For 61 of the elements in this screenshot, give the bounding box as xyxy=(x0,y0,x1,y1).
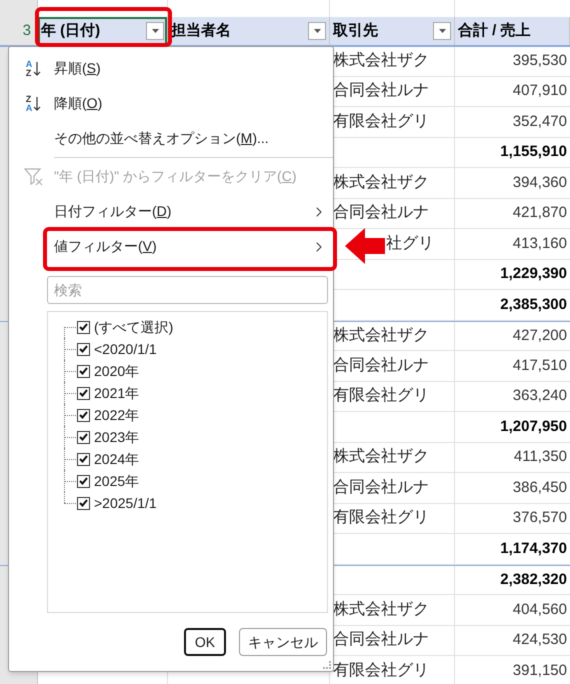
column-header: 取引先 xyxy=(333,20,378,41)
row-number xyxy=(0,0,38,17)
column-header: 担当者名 xyxy=(171,20,231,41)
cancel-button[interactable]: キャンセル xyxy=(239,628,327,656)
table-cell-text: 386,450 xyxy=(512,478,567,498)
checkbox[interactable] xyxy=(77,430,90,444)
list-item[interactable]: >2025/1/1 xyxy=(94,492,157,514)
table-cell-text: 411,350 xyxy=(514,447,567,467)
checkbox[interactable] xyxy=(77,364,90,378)
menu-item[interactable]: 値フィルター(V) xyxy=(54,236,157,257)
table-cell-text: 421,870 xyxy=(512,203,567,223)
table-cell-text: 427,200 xyxy=(512,326,567,346)
checkbox[interactable] xyxy=(77,386,90,400)
caret-icon xyxy=(152,29,158,33)
table-cell-text: 391,150 xyxy=(512,660,567,680)
table-cell-text: 417,510 xyxy=(512,356,567,376)
row-number: 3 xyxy=(0,17,38,45)
checkbox[interactable] xyxy=(77,320,90,334)
search-field[interactable]: 検索 xyxy=(47,276,328,304)
column-header: 年 (日付) xyxy=(41,20,100,41)
list-item[interactable]: <2020/1/1 xyxy=(94,338,157,360)
checkbox[interactable] xyxy=(77,342,90,356)
filter-dropdown-button[interactable] xyxy=(308,22,326,40)
filter-dropdown-button[interactable] xyxy=(146,22,164,40)
table-cell-text: 424,530 xyxy=(512,630,567,650)
list-item[interactable]: 2021年 xyxy=(94,382,140,404)
checkbox[interactable] xyxy=(77,496,90,510)
table-cell-text: 1,229,390 xyxy=(500,264,567,284)
menu-item[interactable]: その他の並べ替えオプション(M)... xyxy=(54,128,269,149)
list-item[interactable]: 2022年 xyxy=(94,404,140,426)
annotation-arrow xyxy=(345,228,385,264)
list-item[interactable]: 2023年 xyxy=(94,426,140,448)
table-cell-text: 2,382,320 xyxy=(500,570,567,590)
table-cell-text: 352,470 xyxy=(512,112,567,132)
caret-icon xyxy=(438,29,446,33)
column-header: 合計 / 売上 xyxy=(458,20,531,41)
clear-filter-icon xyxy=(24,168,44,186)
caret-icon xyxy=(314,29,320,33)
filter-dropdown-button[interactable] xyxy=(433,22,451,40)
table-cell-text: 404,560 xyxy=(512,600,567,620)
checkbox[interactable] xyxy=(77,474,90,488)
list-item[interactable]: (すべて選択) xyxy=(94,316,174,338)
table-cell-text: 363,240 xyxy=(512,386,567,406)
table-cell-text: 394,360 xyxy=(512,172,567,192)
menu-item[interactable]: 降順(O) xyxy=(54,93,102,114)
table-cell-text: 1,207,950 xyxy=(500,416,567,436)
table-cell-text: 1,174,370 xyxy=(500,538,567,558)
checkbox[interactable] xyxy=(77,408,90,422)
table-cell-text: 2,385,300 xyxy=(500,294,567,314)
table-cell-text: 407,910 xyxy=(512,81,567,101)
menu-item[interactable]: 昇順(S) xyxy=(54,58,101,79)
table-cell-text: 413,160 xyxy=(512,234,567,254)
menu-item[interactable]: 日付フィルター(D) xyxy=(54,201,172,222)
list-item[interactable]: 2020年 xyxy=(94,360,140,382)
list-item[interactable]: 2025年 xyxy=(94,470,140,492)
table-cell-text: 395,530 xyxy=(512,51,567,71)
table-cell-text: 1,155,910 xyxy=(500,142,567,162)
checkbox[interactable] xyxy=(77,452,90,466)
table-cell-text: 376,570 xyxy=(512,508,567,528)
ok-button[interactable]: OK xyxy=(184,628,226,656)
list-item[interactable]: 2024年 xyxy=(94,448,140,470)
